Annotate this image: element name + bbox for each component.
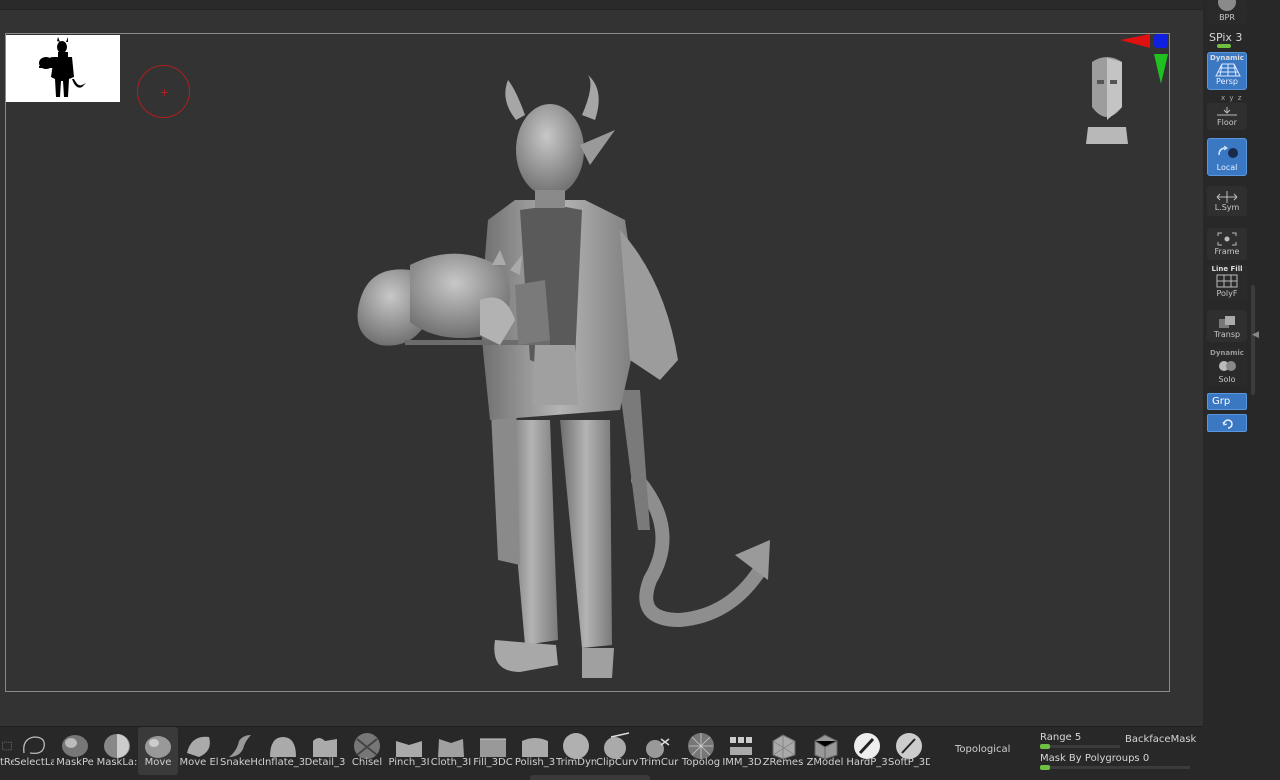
topological-toggle[interactable]: Topological [955,744,1010,755]
brush-name-label: ZRemes [762,757,804,768]
brush-trimcurve[interactable]: TrimCur [638,727,680,775]
brush-move[interactable]: Move [138,727,178,775]
brush-name-label: Detail_3 [304,757,346,768]
brush-name-label: MaskPe [56,757,94,768]
brush-name-label: ZModel [806,757,844,768]
bpr-render-button[interactable]: BPR [1207,0,1247,24]
navigation-head-gizmo[interactable] [1078,52,1136,144]
brush-imm-3d[interactable]: IMM_3D [722,727,762,775]
silhouette-thumbnail [6,35,120,102]
brush-polish-3d[interactable]: Polish_3 [514,727,556,775]
brush-inflate-3d[interactable]: Inflate_3 [262,727,304,775]
local-rotate-icon [1218,145,1238,158]
mask-by-polygroups-label[interactable]: Mask By Polygroups 0 [1040,753,1149,764]
brush-name-label: Topolog [681,757,721,768]
polyf-button[interactable]: Line Fill PolyF [1207,264,1247,300]
brush-name-label: IMM_3D [722,757,762,768]
brush-pinch-3d[interactable]: Pinch_3I [388,727,430,775]
frame-icon [1217,232,1237,246]
transparency-icon [1219,316,1235,328]
brush-name-label: TrimDyn [556,757,596,768]
range-slider-track[interactable] [1040,745,1120,748]
brush-zremesher[interactable]: ZRemes [762,727,804,775]
local-button[interactable]: Local [1207,138,1247,176]
frame-button[interactable]: Frame [1207,228,1247,260]
rotate-icon [1222,419,1233,429]
brush-selectlasso[interactable]: SelectLa [14,727,54,775]
brush-name-label: Inflate_3 [262,757,304,768]
solo-button[interactable]: Dynamic Solo [1207,348,1247,386]
lsym-button[interactable]: L.Sym [1207,186,1247,216]
bpr-sphere-icon [1218,0,1236,11]
brush-name-label: Move [144,757,172,768]
polyframe-grid-icon [1216,274,1238,288]
brush-name-label: ClipCurv [596,757,638,768]
lsym-icon [1216,191,1238,203]
brush-snakehook[interactable]: SnakeHo [220,727,262,775]
solo-icon [1219,361,1236,371]
brush-name-label: SnakeHo [220,757,262,768]
brush-name-label: Move El [179,757,219,768]
backface-mask-toggle[interactable]: BackfaceMask [1125,734,1196,745]
brush-masklasso[interactable]: MaskLa: [96,727,138,775]
brush-chisel[interactable]: Chisel [346,727,388,775]
range-slider-fill[interactable] [1040,744,1050,749]
brush-name-label: Pinch_3I [388,757,430,768]
brush-maskpen[interactable]: MaskPe [54,727,96,775]
sculpted-devil-butler-model[interactable] [320,60,800,690]
brush-move-elastic[interactable]: Move El [178,727,220,775]
brush-name-label: Chisel [351,757,383,768]
perspective-grid-icon [1215,63,1241,77]
brush-name-label: Cloth_3I [430,757,472,768]
mask-by-polygroups-fill[interactable] [1040,765,1050,770]
brush-hardp-3d[interactable]: HardP_3 [846,727,888,775]
persp-button[interactable]: Dynamic Persp [1207,52,1247,90]
zbrush-window: ◀ BPR SPix 3 Dynamic Persp x y z Floor L… [0,0,1280,780]
xyz-axis-label: x y z [1221,94,1243,102]
right-shelf-scrollbar[interactable] [1251,285,1255,395]
brush-name-label: HardP_3 [846,757,888,768]
top-toolbar-strip [0,0,1203,10]
rotate-toggle-button[interactable] [1207,414,1247,432]
transp-button[interactable]: Transp [1207,310,1247,342]
brush-selectrect[interactable]: tRe [0,727,14,775]
brush-trimdynamic[interactable]: TrimDyn [556,727,596,775]
brush-name-label: SelectLa [14,757,54,768]
brush-detail-3d[interactable]: Detail_3 [304,727,346,775]
brush-name-label: MaskLa: [96,757,138,768]
brush-shelf: Topological Range 5 BackfaceMask Mask By… [0,726,1203,780]
range-slider-label[interactable]: Range 5 [1040,732,1081,743]
brush-clipcurve[interactable]: ClipCurv [596,727,638,775]
brush-name-label: Fill_3DC [473,757,513,768]
brush-name-label: SoftP_3D [888,757,930,768]
viewport-canvas[interactable] [0,10,1203,726]
floor-icon [1217,107,1237,116]
spix-slider-fill[interactable] [1217,44,1231,48]
brush-fill-3dc[interactable]: Fill_3DC [472,727,514,775]
shelf-drag-tab[interactable] [530,775,650,780]
mask-by-polygroups-track[interactable] [1040,766,1190,769]
brush-name-label: tRe [0,757,14,768]
brush-name-label: TrimCur [639,757,679,768]
collapse-arrow-icon[interactable]: ◀ [1252,330,1259,340]
spix-slider-label[interactable]: SPix 3 [1209,31,1242,44]
grp-button[interactable]: Grp [1207,393,1247,410]
brush-name-label: Polish_3 [514,757,556,768]
brush-zmodeler[interactable]: ZModel [804,727,846,775]
brush-cloth-3d[interactable]: Cloth_3I [430,727,472,775]
brush-cursor-ring [137,65,190,118]
floor-button[interactable]: Floor [1207,103,1247,130]
brush-softp-3d[interactable]: SoftP_3D [888,727,930,775]
brush-topology[interactable]: Topolog [680,727,722,775]
